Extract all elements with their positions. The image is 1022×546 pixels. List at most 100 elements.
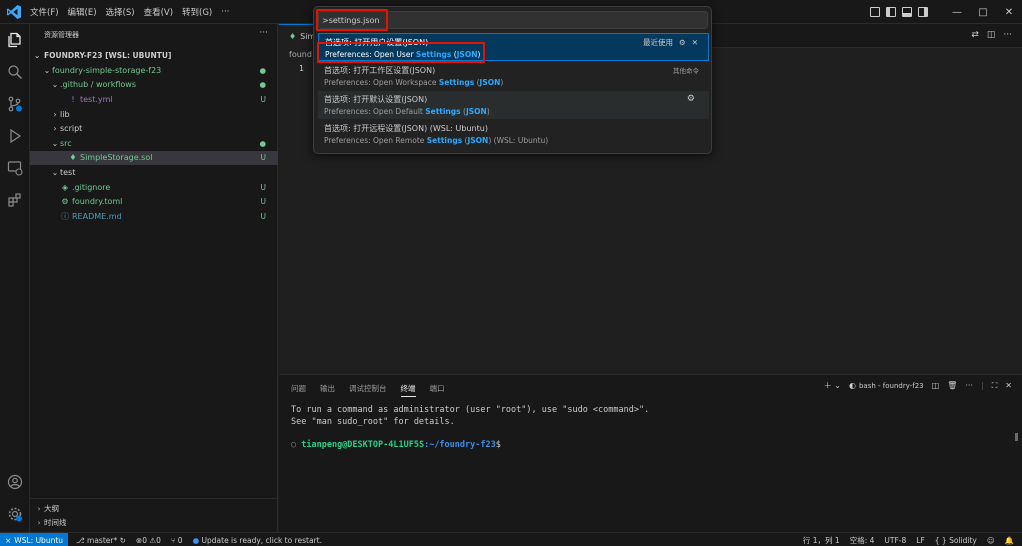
recently-used-label: 最近使用	[642, 38, 673, 47]
minimize-button[interactable]: —	[944, 7, 970, 18]
menu-bar: 文件(F) 编辑(E) 选择(S) 查看(V) 转到(G) ···	[30, 0, 229, 24]
explorer-sidebar: 资源管理器 ··· ⌄ FOUNDRY-F23 [WSL: UBUNTU] ⌄ f…	[30, 24, 278, 532]
tree-item-label: src	[60, 138, 72, 148]
tree-item[interactable]: › lib	[30, 107, 278, 122]
terminal-scrollbar[interactable]	[1015, 433, 1018, 441]
toggle-panel-icon[interactable]	[902, 7, 912, 17]
tree-item[interactable]: ⌄ .github / workflows ●	[30, 78, 278, 93]
menu-edit[interactable]: 编辑(E)	[68, 4, 97, 20]
tree-item[interactable]: ⌄ test	[30, 165, 278, 180]
git-status-badge: U	[260, 211, 267, 221]
command-subtitle: Preferences: Open Workspace Settings (JS…	[324, 78, 504, 87]
run-debug-icon[interactable]	[5, 126, 25, 146]
ports-indicator[interactable]: ⑂ 0	[171, 536, 183, 545]
maximize-button[interactable]: □	[970, 7, 996, 18]
close-icon[interactable]: ✕	[692, 38, 698, 47]
tree-item[interactable]: ♦ SimpleStorage.sol U	[30, 150, 278, 166]
prompt-path: :~/foundry-f23	[424, 439, 496, 450]
update-notice[interactable]: ● Update is ready, click to restart.	[193, 536, 322, 545]
command-palette: 首选项: 打开用户设置(JSON) Preferences: Open User …	[313, 6, 712, 154]
line-ending[interactable]: LF	[916, 536, 925, 545]
command-subtitle: Preferences: Open User Settings (JSON)	[325, 50, 481, 59]
tree-item[interactable]: ⌄ foundry-simple-storage-f23 ●	[30, 63, 278, 78]
menu-selection[interactable]: 选择(S)	[106, 4, 135, 20]
file-icon: !	[71, 94, 75, 104]
close-button[interactable]: ✕	[996, 7, 1022, 18]
tab-problems[interactable]: 问题	[291, 383, 306, 397]
git-status-badge: U	[260, 197, 267, 207]
terminal-selector[interactable]: ◐ bash - foundry-f23	[849, 381, 924, 390]
tree-item[interactable]: ⓘ README.md U	[30, 209, 278, 224]
tree-item[interactable]: ◈ .gitignore U	[30, 180, 278, 195]
toggle-primary-sidebar-icon[interactable]	[886, 7, 896, 17]
maximize-panel-icon[interactable]: ⛶	[992, 381, 998, 391]
terminal-output[interactable]: To run a command as administrator (user …	[291, 405, 649, 451]
menu-file[interactable]: 文件(F)	[30, 4, 59, 20]
branch-indicator[interactable]: ⎇ master* ↻	[76, 536, 126, 545]
manage-gear-icon[interactable]	[5, 504, 25, 524]
tab-terminal[interactable]: 终端	[400, 383, 416, 397]
new-terminal-icon[interactable]: ＋ ⌄	[824, 380, 841, 391]
file-icon: ⓘ	[61, 211, 69, 221]
chevron-right-icon: ›	[53, 109, 57, 119]
search-icon[interactable]	[5, 62, 25, 82]
tab-debug-console[interactable]: 调试控制台	[349, 383, 387, 397]
tree-item[interactable]: ! test.yml U	[30, 92, 278, 107]
outline-section[interactable]: › 大纲	[30, 502, 278, 515]
tree-item-label: README.md	[72, 211, 122, 221]
prompt-end: $	[495, 439, 501, 450]
problems-indicator[interactable]: ⊗0 ⚠0	[136, 536, 161, 545]
command-palette-input-wrapper	[318, 11, 708, 29]
terminal-name: bash - foundry-f23	[858, 381, 924, 390]
copilot-icon[interactable]: ☺	[987, 536, 995, 545]
command-title: 首选项: 打开工作区设置(JSON)	[324, 66, 436, 75]
editor-more-icon[interactable]: ···	[1003, 30, 1012, 40]
encoding[interactable]: UTF-8	[884, 536, 906, 545]
kill-terminal-icon[interactable]: 🗑	[947, 381, 957, 390]
split-terminal-icon[interactable]: ◫	[932, 381, 940, 390]
command-item[interactable]: 首选项: 打开默认设置(JSON) Preferences: Open Defau…	[318, 91, 709, 119]
explorer-more-icon[interactable]: ···	[259, 28, 268, 38]
panel-more-icon[interactable]: ···	[965, 381, 973, 390]
explorer-header: 资源管理器 ···	[30, 24, 278, 46]
tree-item[interactable]: ⌄ src ●	[30, 136, 278, 151]
command-item[interactable]: 首选项: 打开用户设置(JSON) Preferences: Open User …	[318, 33, 709, 61]
tab-output[interactable]: 输出	[320, 383, 335, 397]
tree-item[interactable]: ⚙ foundry.toml U	[30, 194, 278, 209]
customize-layout-icon[interactable]	[870, 7, 880, 17]
menu-view[interactable]: 查看(V)	[144, 4, 173, 20]
cursor-position[interactable]: 行 1，列 1	[803, 535, 840, 546]
tree-item-label: foundry-simple-storage-f23	[52, 65, 162, 75]
command-item[interactable]: 首选项: 打开远程设置(JSON) (WSL: Ubuntu) Preferenc…	[318, 120, 709, 148]
menu-go[interactable]: 转到(G)	[182, 4, 212, 20]
workspace-header[interactable]: ⌄ FOUNDRY-F23 [WSL: UBUNTU]	[30, 48, 278, 62]
indentation[interactable]: 空格: 4	[850, 535, 875, 546]
toggle-secondary-sidebar-icon[interactable]	[918, 7, 928, 17]
split-editor-icon[interactable]: ◫	[987, 30, 996, 40]
timeline-section[interactable]: › 时间线	[30, 516, 278, 529]
close-panel-icon[interactable]: ✕	[1005, 381, 1012, 390]
account-icon[interactable]	[5, 472, 25, 492]
menu-more[interactable]: ···	[221, 5, 229, 19]
compare-icon[interactable]: ⇄	[971, 30, 979, 40]
extensions-icon[interactable]	[5, 190, 25, 210]
tree-item[interactable]: › script	[30, 121, 278, 136]
source-control-icon[interactable]	[5, 94, 25, 114]
breadcrumb[interactable]: found	[289, 50, 312, 59]
ports-icon: ⑂	[170, 535, 178, 545]
workspace-title: FOUNDRY-F23 [WSL: UBUNTU]	[44, 50, 172, 60]
terminal-prompt: ○ tianpeng@DESKTOP-4L1UF5S:~/foundry-f23…	[291, 439, 501, 450]
gear-icon[interactable]: ⚙	[687, 94, 695, 104]
file-icon: ♦	[69, 153, 77, 163]
gear-icon[interactable]: ⚙	[679, 38, 686, 47]
command-item[interactable]: 首选项: 打开工作区设置(JSON) Preferences: Open Work…	[318, 62, 709, 90]
remote-indicator[interactable]: ⨯ WSL: Ubuntu	[0, 533, 69, 546]
remote-explorer-icon[interactable]	[5, 158, 25, 178]
tab-ports[interactable]: 端口	[430, 383, 445, 397]
command-palette-input[interactable]	[322, 13, 702, 27]
explorer-icon[interactable]	[5, 30, 25, 50]
notifications-bell-icon[interactable]: 🔔	[1005, 536, 1014, 545]
branch-icon: ⎇	[76, 535, 88, 545]
language-mode[interactable]: { } Solidity	[935, 536, 977, 545]
chevron-down-icon: ⌄	[51, 80, 59, 90]
